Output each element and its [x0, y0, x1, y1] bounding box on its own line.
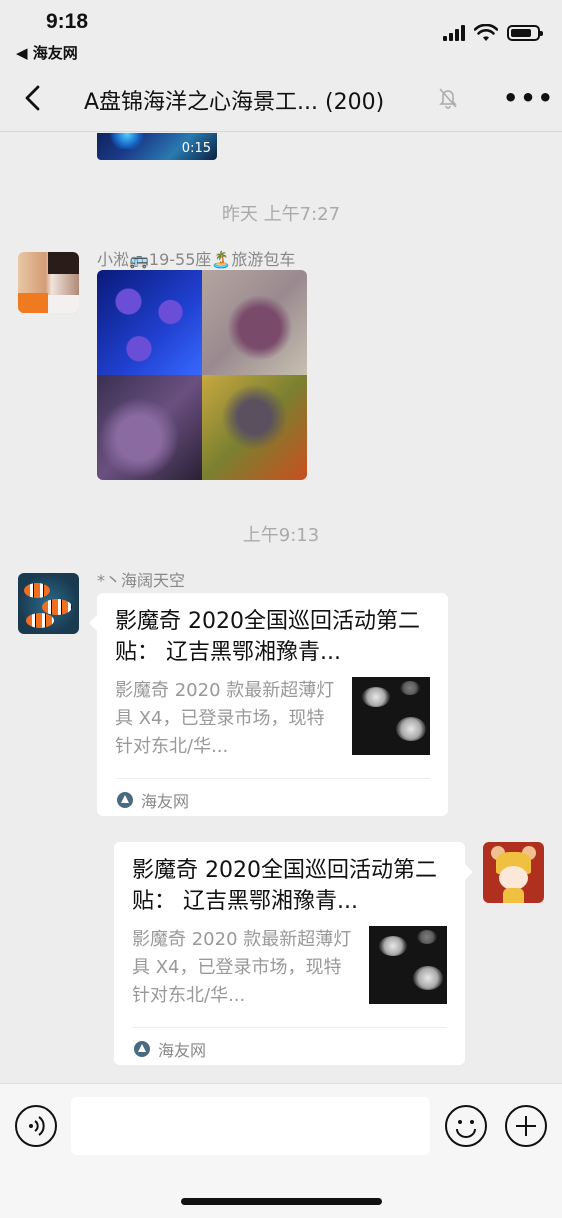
link-card-source: 海友网 — [117, 788, 189, 812]
voice-icon — [29, 1116, 45, 1136]
wifi-icon — [474, 24, 498, 41]
source-app-icon — [134, 1041, 150, 1057]
source-name: 海友网 — [141, 792, 190, 811]
video-duration: 0:15 — [181, 141, 211, 156]
message-text-input[interactable] — [71, 1097, 430, 1155]
chat-header: A盘锦海洋之心海景工... (200) ••• — [0, 70, 562, 132]
link-card-message[interactable]: 影魔奇 2020全国巡回活动第二贴： 辽吉黑鄂湘豫青... 影魔奇 2020 款… — [89, 593, 448, 816]
plus-icon — [516, 1116, 536, 1136]
source-app-icon — [117, 792, 133, 808]
video-message-thumbnail[interactable]: 0:15 — [97, 133, 217, 160]
message-sender-name: 小淞🚌19-55座🏝️旅游包车 — [97, 250, 296, 269]
status-bar: 9:18 ◀ 海友网 — [0, 0, 562, 70]
timestamp-divider: 上午9:13 — [242, 525, 320, 546]
link-card-title: 影魔奇 2020全国巡回活动第二贴： 辽吉黑鄂湘豫青... — [132, 858, 437, 914]
sender-avatar[interactable] — [18, 573, 79, 634]
status-time: 9:18 — [46, 10, 89, 33]
image-message[interactable] — [97, 270, 307, 480]
photo-tile — [97, 270, 202, 375]
message-list[interactable]: 0:15 昨天 上午7:27 小淞🚌19-55座🏝️旅游包车 上午9:13 *丶… — [0, 133, 562, 1083]
link-card-description: 影魔奇 2020 款最新超薄灯具 X4，已登录市场，现特针对东北/华... — [115, 680, 335, 757]
my-avatar[interactable] — [483, 842, 544, 903]
emoji-button[interactable] — [445, 1105, 487, 1147]
link-card-source: 海友网 — [134, 1037, 206, 1061]
photo-tile — [202, 375, 307, 480]
link-card-message[interactable]: 影魔奇 2020全国巡回活动第二贴： 辽吉黑鄂湘豫青... 影魔奇 2020 款… — [114, 842, 473, 1065]
group-chat-title: A盘锦海洋之心海景工... (200) — [84, 90, 385, 115]
voice-input-button[interactable] — [15, 1105, 57, 1147]
message-sender-name: *丶海阔天空 — [97, 571, 186, 590]
smiley-icon — [456, 1120, 476, 1138]
photo-tile — [202, 270, 307, 375]
link-card-thumbnail — [369, 926, 447, 1004]
source-name: 海友网 — [158, 1041, 207, 1060]
photo-tile — [97, 375, 202, 480]
status-icons — [443, 24, 543, 42]
more-options-icon[interactable]: ••• — [503, 84, 555, 112]
home-indicator[interactable] — [181, 1198, 382, 1205]
sender-avatar[interactable] — [18, 252, 79, 313]
card-divider — [115, 778, 430, 779]
link-card-thumbnail — [352, 677, 430, 755]
back-chevron-icon[interactable] — [18, 82, 50, 114]
card-divider — [132, 1027, 447, 1028]
battery-icon — [507, 25, 543, 41]
mute-bell-icon — [439, 88, 457, 109]
link-card-description: 影魔奇 2020 款最新超薄灯具 X4，已登录市场，现特针对东北/华... — [132, 929, 352, 1006]
cellular-signal-icon — [443, 25, 465, 41]
timestamp-divider: 昨天 上午7:27 — [221, 204, 341, 225]
input-toolbar — [0, 1083, 562, 1218]
link-card-title: 影魔奇 2020全国巡回活动第二贴： 辽吉黑鄂湘豫青... — [115, 609, 420, 665]
more-actions-button[interactable] — [505, 1105, 547, 1147]
back-to-app-link[interactable]: ◀ 海友网 — [16, 42, 78, 63]
